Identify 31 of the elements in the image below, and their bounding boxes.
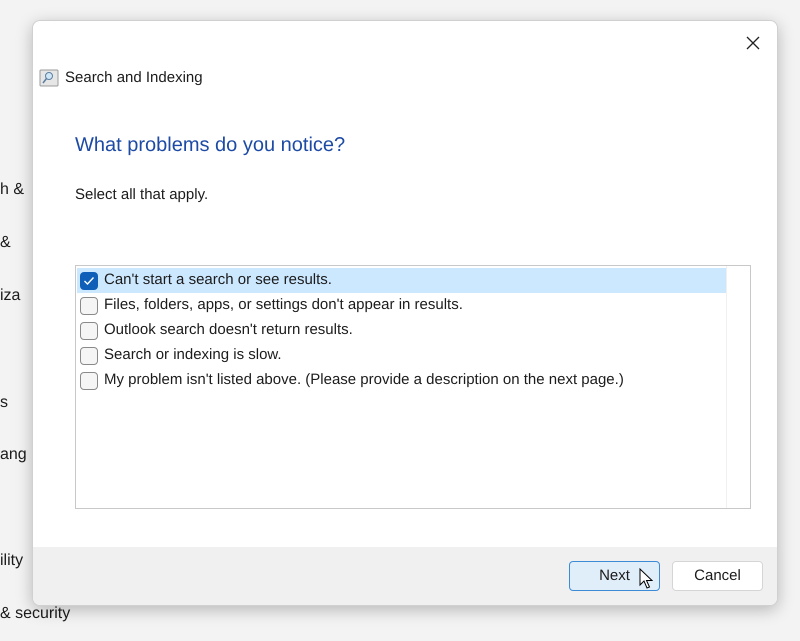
search-window-icon <box>39 68 59 88</box>
next-button[interactable]: Next <box>569 561 660 591</box>
option-label: Files, folders, apps, or settings don't appear in results. <box>104 295 463 316</box>
window-title: Search and Indexing <box>65 68 203 88</box>
checkbox[interactable] <box>80 346 98 364</box>
option-label: Can't start a search or see results. <box>104 270 332 290</box>
option-label: My problem isn't listed above. (Please provide a description on the next page.) <box>104 370 624 390</box>
option-label: Search or indexing is slow. <box>104 345 282 366</box>
page-heading: What problems do you notice? <box>75 132 346 158</box>
checkbox[interactable] <box>80 272 98 290</box>
mouse-cursor-icon <box>639 568 653 590</box>
checkbox[interactable] <box>80 372 98 390</box>
background-text: iza <box>0 286 20 306</box>
check-icon <box>83 276 95 286</box>
background-text: ang <box>0 445 27 465</box>
background-text: s <box>0 393 8 413</box>
problem-option[interactable]: Outlook search doesn't return results. <box>77 318 726 343</box>
background-text: h & <box>0 180 24 200</box>
option-label: Outlook search doesn't return results. <box>104 320 353 340</box>
checkbox[interactable] <box>80 322 98 340</box>
background-text: & security <box>0 604 70 624</box>
problem-option[interactable]: My problem isn't listed above. (Please provide a description on the next page.) <box>77 368 726 393</box>
problem-option[interactable]: Files, folders, apps, or settings don't appear in results. <box>77 293 726 318</box>
checkbox[interactable] <box>80 296 98 314</box>
background-text: ility <box>0 551 24 571</box>
instruction-text: Select all that apply. <box>75 184 210 204</box>
background-text: & <box>0 233 11 253</box>
problem-option[interactable]: Search or indexing is slow. <box>77 343 726 368</box>
close-icon <box>745 35 761 51</box>
problem-option[interactable]: Can't start a search or see results. <box>77 268 726 293</box>
cancel-button[interactable]: Cancel <box>672 561 763 591</box>
